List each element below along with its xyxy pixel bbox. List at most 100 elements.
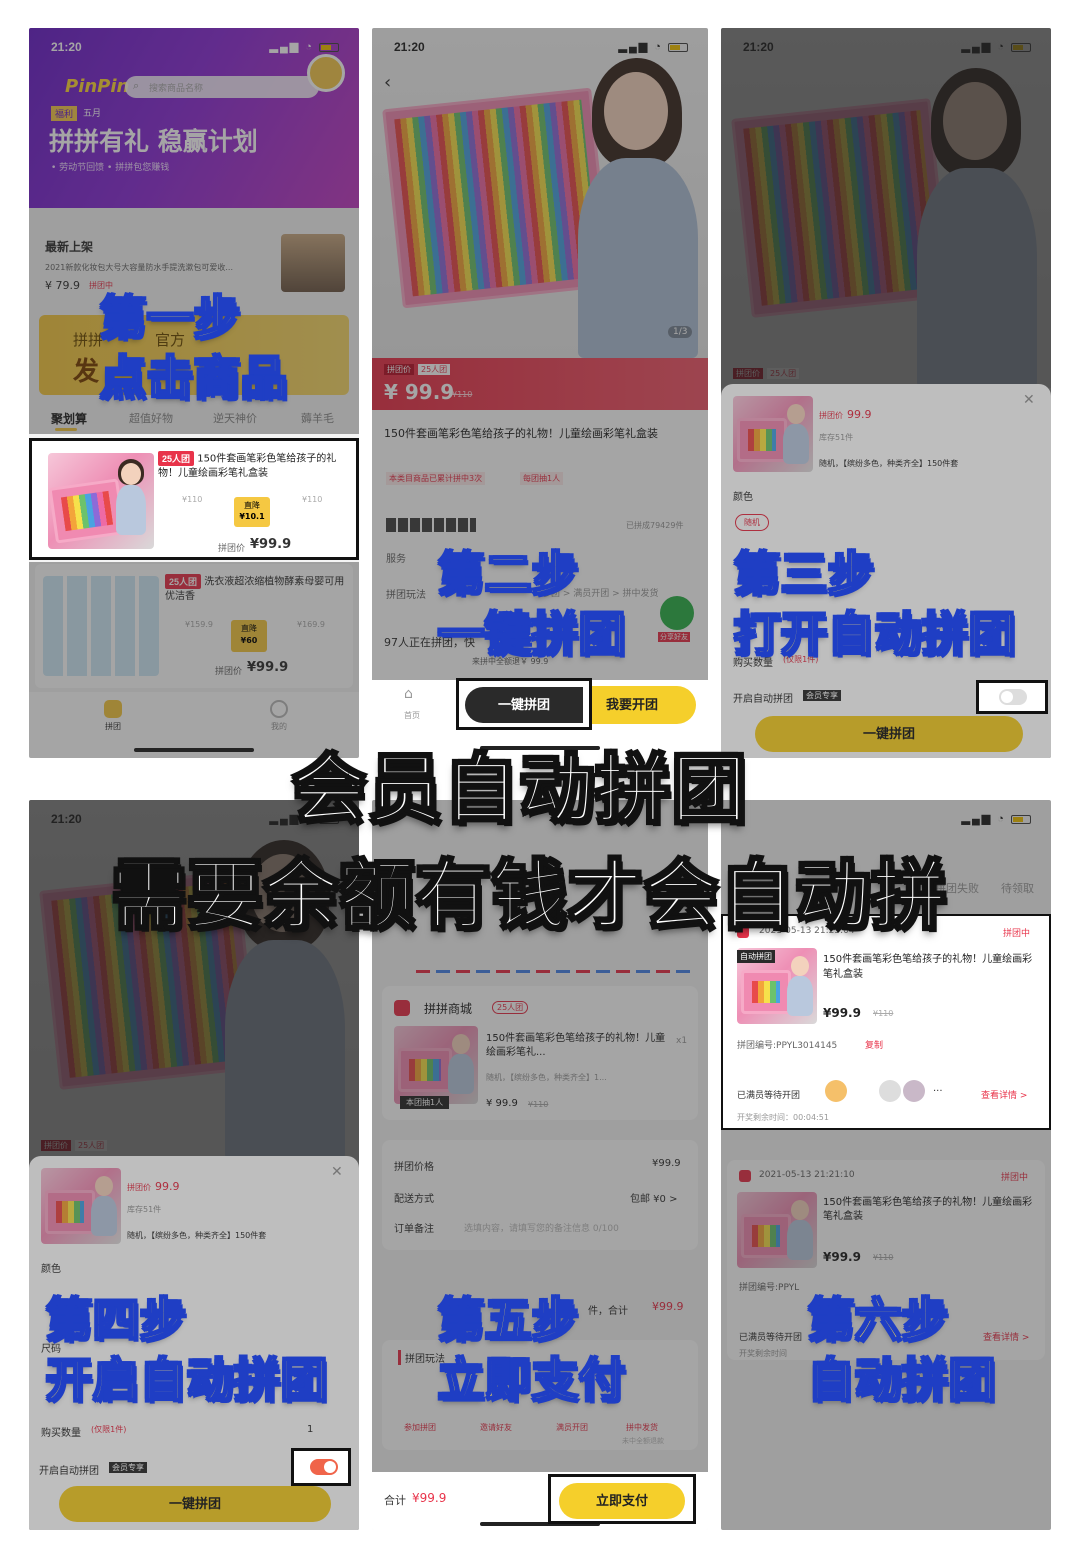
new-item-title[interactable]: 2021新款化妆包大号大容量防水手提洗漱包可爱收...: [45, 262, 265, 273]
step2-title: 第二步: [437, 546, 579, 602]
order-number: 拼团编号:PPYL: [739, 1283, 800, 1293]
sku-price-label: 拼团价: [819, 411, 843, 420]
tab-nitian[interactable]: 逆天神价: [213, 410, 257, 426]
order-orig: ¥110: [528, 1100, 549, 1109]
step3-subtitle: 打开自动拼团: [733, 606, 1016, 662]
highlight-pay-button[interactable]: 立即支付: [548, 1474, 696, 1524]
pintuan-icon: [104, 700, 122, 718]
status-bar: 21:20 ▂▄▆ ◔: [372, 28, 708, 64]
flow-step-2: 邀请好友: [480, 1423, 512, 1432]
order-remain: 开奖剩余时间：00:04:51: [737, 1113, 829, 1122]
highlight-order-card[interactable]: 2021-05-13 21:25:04 拼团中 自动拼团 150件套画笔彩色笔给…: [721, 914, 1051, 1130]
order-number: 拼团编号:PPYL3014145: [737, 1041, 838, 1051]
price-right: ¥110: [302, 495, 323, 504]
close-icon[interactable]: ✕: [1023, 392, 1035, 408]
auto-group-toggle[interactable]: [310, 1459, 338, 1475]
nav-mine[interactable]: 我的: [259, 700, 299, 732]
group-price-label: 拼团价: [733, 368, 763, 379]
view-detail-link[interactable]: 查看详情 >: [981, 1088, 1027, 1101]
search-icon: ⌕: [133, 79, 140, 92]
flow-step-1: 参加拼团: [404, 1423, 436, 1432]
search-input[interactable]: ⌕ 搜索商品名称: [125, 76, 319, 98]
step5-title: 第五步: [437, 1292, 579, 1348]
one-click-button[interactable]: 一键拼团: [59, 1486, 331, 1522]
auto-group-toggle[interactable]: [999, 689, 1027, 705]
one-click-label: 一键拼团: [497, 697, 550, 712]
total-label: 合计: [384, 1494, 406, 1507]
sku-price: 99.9: [155, 1180, 180, 1193]
discount-amount: ¥60: [240, 636, 258, 645]
tab-pending[interactable]: 待领取: [1001, 880, 1034, 896]
step2-subtitle: 一键拼团: [437, 606, 626, 662]
group-size-label: 25人团: [767, 368, 800, 379]
group-price-label: 拼团价: [215, 667, 243, 677]
tab-haoyangmao[interactable]: 薅羊毛: [301, 410, 334, 426]
count-amount: ¥99.9: [652, 1300, 684, 1313]
flow-step-4: 拼中发货: [626, 1423, 658, 1432]
auto-group-tag: 自动拼团: [737, 950, 775, 963]
step1-title: 第一步: [99, 290, 241, 346]
product-image-pens: [48, 453, 154, 549]
promo-text-c: 发: [73, 357, 100, 387]
order-title: 150件套画笔彩色笔给孩子的礼物！儿童绘画彩笔礼盒装: [823, 1197, 1033, 1222]
original-price: ¥110: [452, 390, 473, 399]
price-left: ¥110: [182, 495, 203, 504]
new-item-price: ¥ 79.9: [45, 279, 80, 292]
discount-shield: 直降 ¥10.1: [234, 497, 270, 527]
highlight-one-click-button[interactable]: 一键拼团: [456, 678, 592, 730]
share-button[interactable]: [660, 596, 694, 630]
group-size-tag: 25人团: [158, 451, 195, 466]
order-wait: 已满员等待开团: [737, 1091, 801, 1101]
step4-title: 第四步: [45, 1292, 187, 1348]
order-title: 150件套画笔彩色笔给孩子的礼物！儿童绘画彩笔礼...: [486, 1033, 666, 1058]
one-click-button[interactable]: 一键拼团: [755, 716, 1023, 752]
nav-pintuan[interactable]: 拼团: [93, 700, 133, 732]
back-icon[interactable]: ‹: [384, 72, 391, 93]
home-icon[interactable]: ⌂: [404, 686, 413, 702]
price-right: ¥169.9: [297, 620, 325, 629]
qty-value[interactable]: 1: [307, 1424, 313, 1435]
highlight-product-card[interactable]: 25人团 150件套画笔彩色笔给孩子的礼物！儿童绘画彩笔礼盒装 ¥110 ¥11…: [29, 438, 359, 560]
copy-link[interactable]: 复制: [865, 1038, 883, 1051]
order-title: 150件套画笔彩色笔给孩子的礼物！儿童绘画彩笔礼盒装: [823, 954, 1033, 980]
qty-label: 购买数量: [41, 1428, 81, 1439]
discount-label: 直降: [241, 624, 257, 633]
highlight-auto-toggle-off[interactable]: [976, 680, 1048, 714]
product-image-detergent: [43, 576, 159, 676]
order-card: 拼拼商城 25人团 本团抽1人 150件套画笔彩色笔给孩子的礼物！儿童绘画彩笔礼…: [382, 986, 698, 1120]
highlight-auto-toggle-on[interactable]: [291, 1448, 351, 1486]
stat-note: 本类目商品已累计拼中3次: [386, 472, 486, 485]
price: ¥ 99.9: [384, 380, 455, 404]
step6-subtitle: 自动拼团: [807, 1352, 996, 1408]
step1-subtitle: 点击商品: [99, 350, 288, 406]
product-card-2[interactable]: 25人团 洗衣液超浓缩植物酵素母婴可用优洁香 ¥159.9 ¥169.9 直降 …: [35, 564, 353, 688]
promo-badge: 福利: [51, 106, 78, 121]
row-delivery: 配送方式: [394, 1194, 434, 1205]
qty-limit: (仅限1件): [91, 1425, 127, 1434]
order-thumbnail: [394, 1026, 478, 1104]
order-qty: x1: [676, 1036, 688, 1046]
row-delivery-value[interactable]: 包邮 ¥0 >: [630, 1190, 677, 1205]
group-size-label: 25人团: [75, 1140, 108, 1151]
avatar: [903, 1080, 925, 1102]
member-tag: 会员专享: [109, 1462, 147, 1473]
group-size-tag: 25人团: [165, 574, 202, 589]
remark-input[interactable]: 选填内容，请填写您的备注信息 0/100: [464, 1221, 619, 1234]
tab-chaozhi[interactable]: 超值好物: [129, 410, 173, 426]
order-spec: 随机，【缤纷多色，种类齐全】1...: [486, 1073, 607, 1082]
view-detail-link[interactable]: 查看详情 >: [983, 1330, 1029, 1343]
price-card: 拼团价格 ¥99.9 配送方式 包邮 ¥0 > 订单备注 选填内容，请填写您的备…: [382, 1140, 698, 1250]
color-option[interactable]: 随机: [735, 514, 769, 531]
group-price: ¥99.9: [247, 660, 289, 675]
close-icon[interactable]: ✕: [331, 1164, 343, 1180]
order-price: ¥99.9: [823, 1250, 861, 1264]
group-price-label: 拼团价: [41, 1140, 71, 1151]
pay-now-button[interactable]: 立即支付: [559, 1483, 685, 1519]
price-left: ¥159.9: [185, 620, 213, 629]
tab-juhuasuan[interactable]: 聚划算: [51, 410, 87, 427]
color-label: 颜色: [733, 492, 753, 503]
step6-title: 第六步: [807, 1292, 949, 1348]
order-price: ¥ 99.9: [486, 1098, 518, 1109]
step5-subtitle: 立即支付: [437, 1352, 626, 1408]
headline-line1: 会员自动拼团: [291, 746, 748, 834]
